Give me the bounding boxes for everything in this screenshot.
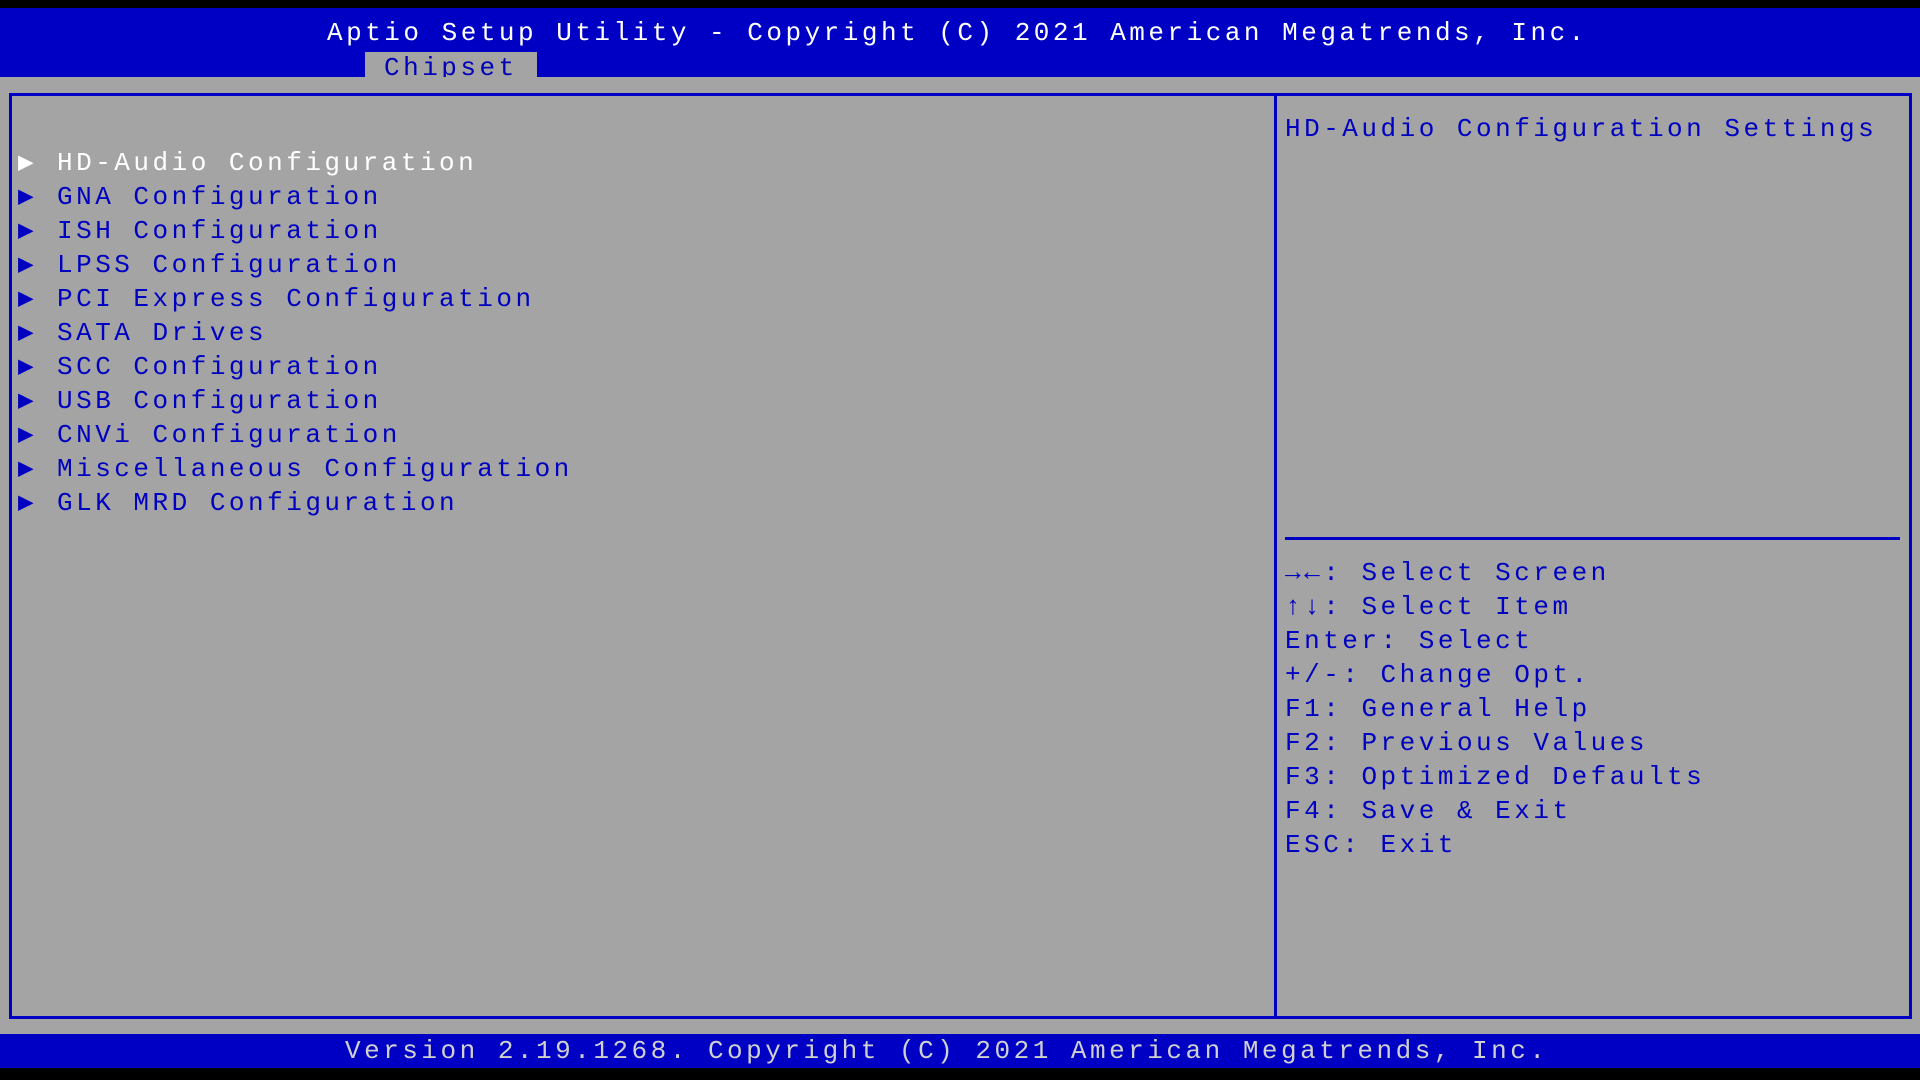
submenu-arrow-icon: ▶	[18, 216, 38, 246]
menu-item-label: GLK MRD Configuration	[57, 488, 459, 518]
version-text: Version 2.19.1268. Copyright (C) 2021 Am…	[345, 1036, 1549, 1066]
key-name: →←	[1285, 558, 1324, 588]
key-name: F2	[1285, 728, 1324, 758]
menu-item-label: SCC Configuration	[57, 352, 382, 382]
submenu-arrow-icon: ▶	[18, 182, 38, 212]
submenu-arrow-icon: ▶	[18, 488, 38, 518]
key-name: F1	[1285, 694, 1324, 724]
menu-item-label: GNA Configuration	[57, 182, 382, 212]
footer-bar: Version 2.19.1268. Copyright (C) 2021 Am…	[0, 1034, 1920, 1068]
menu-item-label: ISH Configuration	[57, 216, 382, 246]
submenu-arrow-icon: ▶	[18, 284, 38, 314]
panel-divider	[1274, 93, 1277, 1016]
menu-item-label: LPSS Configuration	[57, 250, 401, 280]
key-colon: :	[1380, 626, 1419, 656]
key-legend-item: F2: Previous Values	[1285, 726, 1648, 760]
key-action: Select Item	[1361, 592, 1572, 622]
submenu-arrow-icon: ▶	[18, 420, 38, 450]
key-colon: :	[1342, 660, 1381, 690]
key-name: ESC	[1285, 830, 1343, 860]
key-colon: :	[1342, 830, 1381, 860]
key-action: Select	[1418, 626, 1534, 656]
submenu-arrow-icon: ▶	[18, 148, 38, 178]
key-legend-item: ESC: Exit	[1285, 828, 1457, 862]
menu-item-label: HD-Audio Configuration	[57, 148, 478, 178]
key-legend-item: +/-: Change Opt.	[1285, 658, 1591, 692]
key-legend-item: ↑↓: Select Item	[1285, 590, 1572, 624]
key-action: Exit	[1380, 830, 1457, 860]
menu-item-label: PCI Express Configuration	[57, 284, 535, 314]
key-name: F3	[1285, 762, 1324, 792]
menu-item-label: SATA Drives	[57, 318, 268, 348]
key-colon: :	[1323, 796, 1362, 826]
menu-item-label: CNVi Configuration	[57, 420, 401, 450]
key-colon: :	[1323, 558, 1362, 588]
menu-item-label: Miscellaneous Configuration	[57, 454, 573, 484]
key-legend-item: F4: Save & Exit	[1285, 794, 1572, 828]
title-bar: Aptio Setup Utility - Copyright (C) 2021…	[0, 8, 1920, 85]
key-legend-item: F3: Optimized Defaults	[1285, 760, 1705, 794]
key-action: General Help	[1361, 694, 1591, 724]
key-colon: :	[1323, 762, 1362, 792]
key-action: Save & Exit	[1361, 796, 1572, 826]
key-legend-item: F1: General Help	[1285, 692, 1591, 726]
key-colon: :	[1323, 728, 1362, 758]
submenu-arrow-icon: ▶	[18, 318, 38, 348]
key-name: +/-	[1285, 660, 1343, 690]
help-description: HD-Audio Configuration Settings	[1285, 114, 1878, 144]
key-action: Optimized Defaults	[1361, 762, 1706, 792]
key-colon: :	[1323, 592, 1362, 622]
key-action: Change Opt.	[1380, 660, 1591, 690]
submenu-arrow-icon: ▶	[18, 386, 38, 416]
key-name: Enter	[1285, 626, 1381, 656]
key-action: Select Screen	[1361, 558, 1610, 588]
menu-item-label: USB Configuration	[57, 386, 382, 416]
submenu-arrow-icon: ▶	[18, 250, 38, 280]
help-separator	[1285, 537, 1900, 540]
app-title: Aptio Setup Utility - Copyright (C) 2021…	[327, 18, 1588, 48]
key-action: Previous Values	[1361, 728, 1648, 758]
key-legend-item: Enter: Select	[1285, 624, 1533, 658]
submenu-arrow-icon: ▶	[18, 454, 38, 484]
submenu-arrow-icon: ▶	[18, 352, 38, 382]
key-colon: :	[1323, 694, 1362, 724]
key-name: ↑↓	[1285, 592, 1324, 622]
key-name: F4	[1285, 796, 1324, 826]
key-legend-item: →←: Select Screen	[1285, 556, 1610, 590]
